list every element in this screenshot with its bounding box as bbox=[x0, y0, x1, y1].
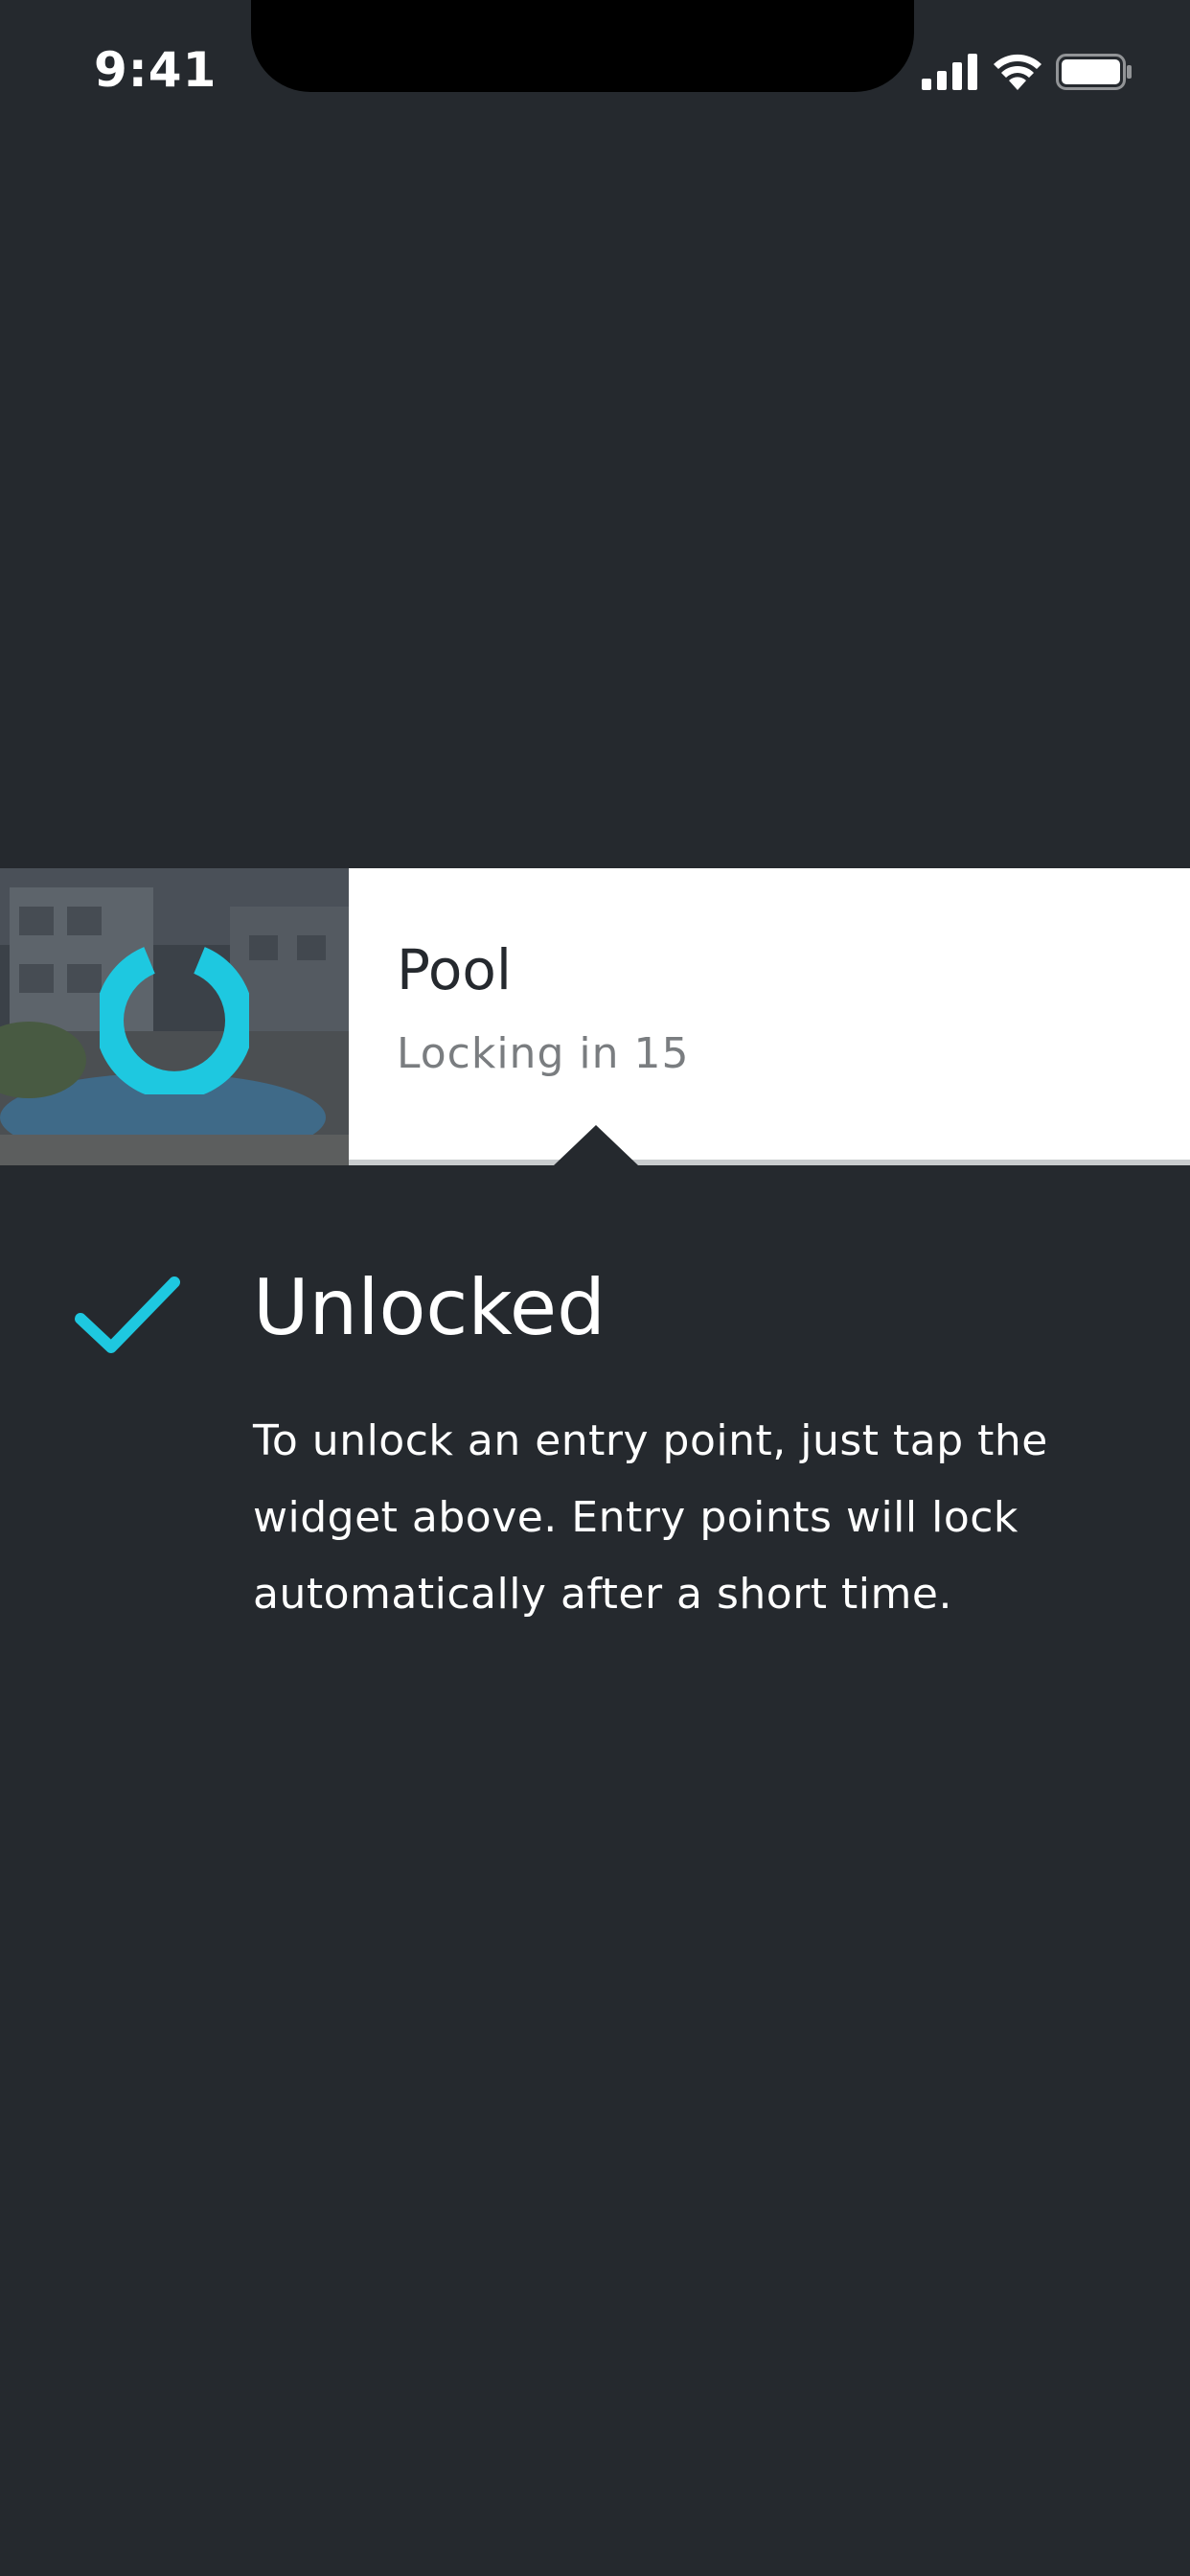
pool-thumbnail bbox=[0, 868, 349, 1165]
device-notch bbox=[251, 0, 914, 92]
wifi-icon bbox=[994, 54, 1041, 90]
status-message: To unlock an entry point, just tap the w… bbox=[253, 1416, 1048, 1619]
entry-point-widget[interactable]: Pool Locking in 15 bbox=[0, 868, 1190, 1165]
widget-pointer-arrow bbox=[554, 1125, 638, 1165]
widget-countdown: Locking in 15 bbox=[397, 1029, 690, 1078]
status-bar: 9:41 bbox=[0, 0, 1190, 144]
checkmark-icon bbox=[75, 1276, 180, 1353]
status-time: 9:41 bbox=[94, 42, 217, 98]
unlock-screen: 9:41 Pool Locking in 15 Unlocked To unlo… bbox=[0, 0, 1190, 2576]
lock-spinner-icon bbox=[100, 947, 249, 1094]
status-heading: Unlocked bbox=[253, 1263, 606, 1352]
battery-icon bbox=[1056, 54, 1132, 90]
cellular-signal-icon bbox=[922, 54, 977, 90]
widget-title: Pool bbox=[397, 937, 512, 1002]
widget-divider bbox=[349, 1160, 1190, 1165]
